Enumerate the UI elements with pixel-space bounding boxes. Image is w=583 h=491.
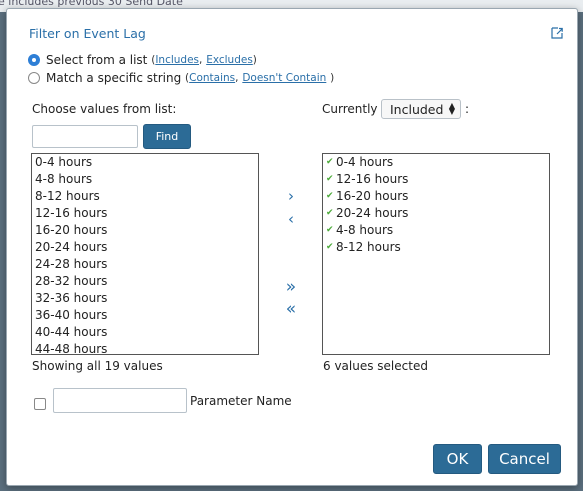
list-item[interactable]: 32-36 hours	[32, 290, 258, 307]
radio-row-string[interactable]: Match a specific string (Contains, Doesn…	[28, 71, 334, 85]
selected-list-item[interactable]: ✔ 12-16 hours	[323, 171, 549, 188]
list-item[interactable]: 0-4 hours	[32, 154, 258, 171]
contains-link[interactable]: Contains	[189, 72, 235, 84]
doesnt-contain-link[interactable]: Doesn't Contain	[242, 72, 326, 84]
radio-select-from-list[interactable]	[28, 54, 40, 66]
paren-close: )	[252, 54, 257, 66]
parameter-name-input[interactable]	[53, 388, 187, 413]
radio-list-label: Select from a list	[46, 53, 148, 67]
selected-item-label: 20-24 hours	[336, 206, 409, 220]
remove-selected-button[interactable]: ‹	[281, 210, 301, 228]
list-item[interactable]: 24-28 hours	[32, 256, 258, 273]
check-icon: ✔	[326, 174, 334, 184]
add-selected-button[interactable]: ›	[281, 187, 301, 205]
selected-item-label: 8-12 hours	[336, 240, 401, 254]
check-icon: ✔	[326, 225, 334, 235]
selected-list-item[interactable]: ✔ 8-12 hours	[323, 239, 549, 256]
list-item[interactable]: 28-32 hours	[32, 273, 258, 290]
parameter-checkbox[interactable]	[34, 398, 46, 410]
include-mode-value: Included	[390, 101, 444, 117]
radio-string-label: Match a specific string	[46, 71, 182, 85]
list-item[interactable]: 16-20 hours	[32, 222, 258, 239]
list-item[interactable]: 44-48 hours	[32, 341, 258, 354]
selected-item-label: 0-4 hours	[336, 155, 394, 169]
selected-item-label: 12-16 hours	[336, 172, 409, 186]
popout-icon[interactable]	[551, 27, 563, 39]
search-input[interactable]	[32, 125, 138, 148]
includes-link[interactable]: Includes	[155, 54, 199, 66]
selected-item-label: 16-20 hours	[336, 189, 409, 203]
comma: ,	[235, 72, 239, 84]
choose-values-heading: Choose values from list:	[32, 102, 177, 116]
left-footer: Showing all 19 values	[32, 359, 163, 373]
radio-row-list[interactable]: Select from a list (Includes, Excludes)	[28, 53, 257, 67]
remove-all-button[interactable]: «	[281, 300, 301, 318]
find-button[interactable]: Find	[143, 124, 191, 149]
list-item[interactable]: 20-24 hours	[32, 239, 258, 256]
list-item[interactable]: 8-12 hours	[32, 188, 258, 205]
list-item[interactable]: 12-16 hours	[32, 205, 258, 222]
ok-button[interactable]: OK	[433, 444, 482, 474]
selected-list-item[interactable]: ✔ 4-8 hours	[323, 222, 549, 239]
dialog-title: Filter on Event Lag	[29, 26, 146, 41]
cancel-button[interactable]: Cancel	[488, 444, 561, 474]
selected-values-list[interactable]: ✔ 0-4 hours ✔ 12-16 hours ✔ 16-20 hours ✔ 20-24…	[322, 153, 550, 355]
check-icon: ✔	[326, 208, 334, 218]
right-footer: 6 values selected	[323, 359, 428, 373]
list-item[interactable]: 36-40 hours	[32, 307, 258, 324]
selected-item-label: 4-8 hours	[336, 223, 394, 237]
select-arrows-icon: ▲ ▼	[448, 101, 455, 116]
parameter-name-label: Parameter Name	[190, 394, 292, 408]
check-icon: ✔	[326, 242, 334, 252]
currently-colon: :	[465, 102, 470, 116]
check-icon: ✔	[326, 157, 334, 167]
paren-close: )	[330, 72, 335, 84]
check-icon: ✔	[326, 191, 334, 201]
selected-list-item[interactable]: ✔ 16-20 hours	[323, 188, 549, 205]
filter-dialog: Filter on Event Lag Select from a list (…	[6, 8, 578, 486]
add-all-button[interactable]: »	[281, 278, 301, 296]
excludes-link[interactable]: Excludes	[206, 54, 253, 66]
include-mode-select[interactable]: Included ▲ ▼	[381, 99, 461, 119]
selected-list-item[interactable]: ✔ 20-24 hours	[323, 205, 549, 222]
comma: ,	[199, 54, 203, 66]
background-text: e includes previous 30 Send Date	[0, 0, 183, 8]
list-item[interactable]: 40-44 hours	[32, 324, 258, 341]
radio-match-string[interactable]	[28, 72, 40, 84]
available-values-list[interactable]: 0-4 hours 4-8 hours 8-12 hours 12-16 hours 1…	[31, 153, 259, 355]
list-item[interactable]: 4-8 hours	[32, 171, 258, 188]
currently-label: Currently	[322, 102, 378, 116]
selected-list-item[interactable]: ✔ 0-4 hours	[323, 154, 549, 171]
